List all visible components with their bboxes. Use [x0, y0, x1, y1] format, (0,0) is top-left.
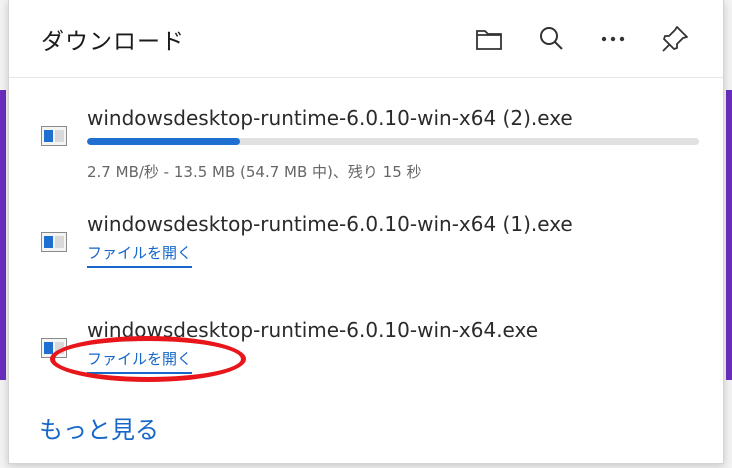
pin-icon — [662, 25, 688, 52]
background-window-edge-left — [0, 90, 6, 380]
download-filename: windowsdesktop-runtime-6.0.10-win-x64.ex… — [87, 318, 539, 342]
download-progress-fill — [87, 138, 240, 145]
search-downloads-button[interactable] — [531, 19, 571, 59]
see-more-link[interactable]: もっと見る — [39, 410, 159, 445]
download-item[interactable]: windowsdesktop-runtime-6.0.10-win-x64 (1… — [9, 198, 723, 304]
background-window-edge-right — [726, 90, 732, 380]
pin-button[interactable] — [655, 19, 695, 59]
installer-file-icon — [41, 338, 67, 358]
downloads-panel: ダウンロード windowsdesktop-runtime-6.0.10-win… — [8, 0, 724, 464]
download-progress-bar — [87, 138, 699, 145]
download-status: 2.7 MB/秒 - 13.5 MB (54.7 MB 中)、残り 15 秒 — [87, 163, 422, 181]
header-actions — [469, 19, 695, 59]
download-filename: windowsdesktop-runtime-6.0.10-win-x64 (1… — [87, 212, 573, 236]
installer-file-icon — [41, 232, 67, 252]
search-icon — [540, 26, 563, 50]
downloads-header: ダウンロード — [9, 0, 723, 78]
open-file-link[interactable]: ファイルを開く — [87, 348, 193, 374]
more-options-icon — [601, 36, 625, 41]
folder-icon — [476, 29, 502, 50]
download-filename: windowsdesktop-runtime-6.0.10-win-x64 (2… — [87, 106, 573, 130]
open-folder-button[interactable] — [469, 19, 509, 59]
installer-file-icon — [41, 126, 67, 146]
download-item[interactable]: windowsdesktop-runtime-6.0.10-win-x64.ex… — [9, 304, 723, 410]
more-options-button[interactable] — [593, 19, 633, 59]
downloads-title: ダウンロード — [41, 28, 185, 55]
download-list: windowsdesktop-runtime-6.0.10-win-x64 (2… — [9, 78, 723, 410]
download-item[interactable]: windowsdesktop-runtime-6.0.10-win-x64 (2… — [9, 92, 723, 198]
open-file-link[interactable]: ファイルを開く — [87, 242, 193, 268]
